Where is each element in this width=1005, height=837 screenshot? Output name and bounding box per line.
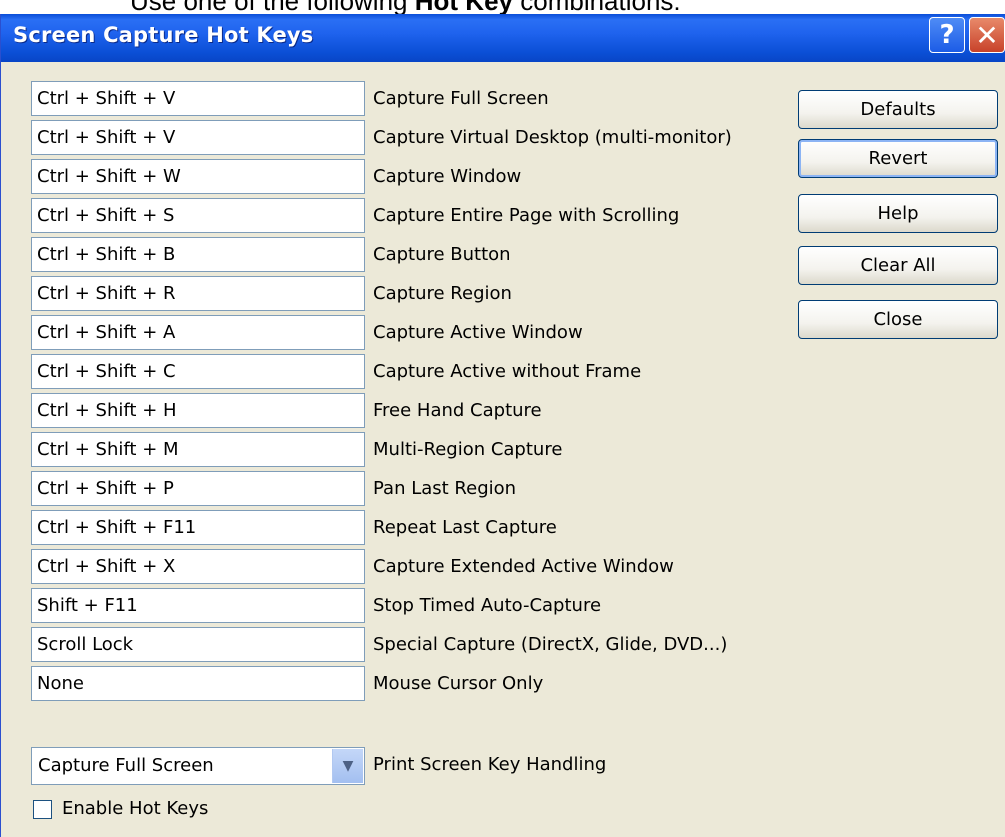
hotkey-action-label: Mouse Cursor Only [373, 673, 544, 694]
hotkey-action-label: Capture Extended Active Window [373, 556, 674, 577]
chevron-down-icon[interactable]: ▼ [332, 749, 363, 783]
hotkey-action-label: Free Hand Capture [373, 400, 542, 421]
clear-all-button[interactable]: Clear All [798, 246, 998, 285]
hotkey-field[interactable]: Ctrl + Shift + R [31, 276, 365, 311]
hotkey-field[interactable]: Ctrl + Shift + V [31, 120, 365, 155]
hotkey-action-label: Capture Active Window [373, 322, 583, 343]
hotkey-action-label: Capture Button [373, 244, 511, 265]
hotkey-field[interactable]: Ctrl + Shift + C [31, 354, 365, 389]
hotkey-action-label: Multi-Region Capture [373, 439, 563, 460]
hotkey-field[interactable]: Ctrl + Shift + A [31, 315, 365, 350]
hotkey-action-label: Capture Virtual Desktop (multi-monitor) [373, 127, 732, 148]
hotkey-field[interactable]: Ctrl + Shift + P [31, 471, 365, 506]
close-button[interactable]: Close [798, 300, 998, 339]
help-icon[interactable]: ? [929, 17, 965, 53]
hotkey-action-label: Capture Region [373, 283, 512, 304]
hotkey-action-label: Capture Full Screen [373, 88, 549, 109]
print-screen-label: Print Screen Key Handling [373, 754, 607, 775]
hotkey-field[interactable]: Scroll Lock [31, 627, 365, 662]
enable-hot-keys-label[interactable]: Enable Hot Keys [62, 795, 208, 823]
hotkey-field[interactable]: Ctrl + Shift + M [31, 432, 365, 467]
hotkey-field[interactable]: Ctrl + Shift + X [31, 549, 365, 584]
print-screen-selected-value: Capture Full Screen [38, 755, 214, 776]
hotkey-field[interactable]: Shift + F11 [31, 588, 365, 623]
hotkey-field[interactable]: Ctrl + Shift + H [31, 393, 365, 428]
hotkey-field[interactable]: None [31, 666, 365, 701]
hotkey-field[interactable]: Ctrl + Shift + W [31, 159, 365, 194]
help-button[interactable]: Help [798, 194, 998, 233]
window-title: Screen Capture Hot Keys [13, 23, 314, 47]
hotkey-action-label: Repeat Last Capture [373, 517, 557, 538]
hotkey-action-label: Special Capture (DirectX, Glide, DVD...) [373, 634, 728, 655]
hotkey-field[interactable]: Ctrl + Shift + S [31, 198, 365, 233]
hotkey-action-label: Capture Window [373, 166, 522, 187]
hotkey-field[interactable]: Ctrl + Shift + F11 [31, 510, 365, 545]
revert-button[interactable]: Revert [798, 139, 998, 178]
defaults-button[interactable]: Defaults [798, 90, 998, 129]
enable-hot-keys-checkbox[interactable] [33, 800, 52, 819]
hotkey-field[interactable]: Ctrl + Shift + B [31, 237, 365, 272]
hotkey-action-label: Pan Last Region [373, 478, 517, 499]
hotkey-action-label: Capture Active without Frame [373, 361, 642, 382]
close-icon[interactable]: ✕ [969, 17, 1005, 53]
title-bar[interactable]: Screen Capture Hot Keys ? ✕ [1, 14, 1005, 62]
print-screen-dropdown[interactable]: Capture Full Screen ▼ [31, 747, 365, 785]
hotkey-action-label: Stop Timed Auto-Capture [373, 595, 602, 616]
hotkey-action-label: Capture Entire Page with Scrolling [373, 205, 680, 226]
hot-keys-dialog: Screen Capture Hot Keys ? ✕ Ctrl + Shift… [0, 14, 1005, 837]
hotkey-field[interactable]: Ctrl + Shift + V [31, 81, 365, 116]
